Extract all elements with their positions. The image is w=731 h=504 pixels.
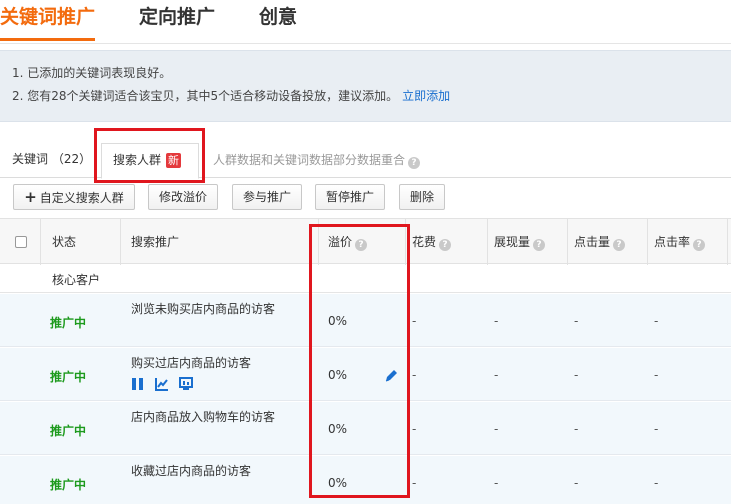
header-clicks[interactable]: 点击量? [574,233,626,251]
row-audience-name: 购买过店内商品的访客 [131,356,252,370]
row-ctr: - [654,314,659,328]
row-ctr: - [654,422,659,436]
column-divider [567,219,568,265]
join-promotion-button[interactable]: 参与推广 [232,184,302,210]
row-audience-name: 浏览未购买店内商品的访客 [131,302,276,316]
row-audience-name: 店内商品放入购物车的访客 [131,410,276,424]
group-label: 核心客户 [52,273,101,287]
row-clicks: - [574,368,579,382]
add-now-link[interactable]: 立即添加 [402,89,450,103]
new-badge: 新 [166,153,182,168]
notice-panel: 1. 已添加的关键词表现良好。 2. 您有28个关键词适合该宝贝，其中5个适合移… [0,50,731,122]
column-divider [318,219,319,265]
audience-table: 状态 搜索推广 溢价? 花费? 展现量? 点击量? 点击率? 核心客户 推广中 … [0,218,731,504]
row-status: 推广中 [50,316,87,330]
help-icon[interactable]: ? [533,239,546,251]
row-status: 推广中 [50,370,87,384]
plus-icon: + [24,188,37,206]
pause-promotion-button[interactable]: 暂停推广 [315,184,385,210]
header-status: 状态 [52,235,77,249]
column-divider [40,219,41,265]
column-divider [120,219,121,265]
header-ctr[interactable]: 点击率? [654,233,706,251]
data-overlap-note-text: 人群数据和关键词数据部分数据重合 [213,153,406,167]
help-icon[interactable]: ? [408,157,421,169]
row-cost: - [412,422,417,436]
row-impressions: - [494,314,499,328]
delete-button[interactable]: 删除 [399,184,445,210]
tab-targeted-promotion[interactable]: 定向推广 [139,4,215,30]
data-overlap-note: 人群数据和关键词数据部分数据重合? [213,151,421,169]
custom-audience-button[interactable]: + 自定义搜索人群 [13,184,135,210]
row-ctr: - [654,476,659,490]
help-icon[interactable]: ? [439,239,452,251]
row-cost: - [412,476,417,490]
tab-search-audience-label: 搜索人群 [113,153,162,167]
row-premium: 0% [328,422,348,436]
tab-search-audience[interactable]: 搜索人群新 [101,143,199,179]
table-header: 状态 搜索推广 溢价? 花费? 展现量? 点击量? 点击率? [0,218,731,265]
top-tab-bar: 关键词推广 定向推广 创意 [0,0,731,44]
tab-keyword-promotion[interactable]: 关键词推广 [0,4,96,41]
notice-line-2: 2. 您有28个关键词适合该宝贝，其中5个适合移动设备投放，建议添加。 立即添加 [12,88,450,104]
row-premium: 0% [328,314,348,328]
notice-line-1: 1. 已添加的关键词表现良好。 [12,66,172,80]
row-cost: - [412,368,417,382]
row-premium: 0% [328,368,348,382]
header-premium[interactable]: 溢价? [328,233,368,251]
group-row-core-customers: 核心客户 [0,265,731,293]
table-row[interactable]: 推广中 店内商品放入购物车的访客 0% - - - - [0,402,731,455]
trend-chart-icon[interactable] [155,376,169,391]
sub-tab-bar: 关键词 （22） 搜索人群新 人群数据和关键词数据部分数据重合? [0,140,731,179]
row-clicks: - [574,422,579,436]
row-action-icons [131,376,198,391]
column-divider [727,219,728,265]
header-impressions-label: 展现量 [494,235,531,249]
table-row[interactable]: 推广中 收藏过店内商品的访客 0% - - - - [0,456,731,504]
column-divider [405,219,406,265]
select-all-checkbox[interactable] [15,236,27,248]
row-impressions: - [494,422,499,436]
row-status: 推广中 [50,424,87,438]
header-premium-label: 溢价 [328,235,353,249]
header-ctr-label: 点击率 [654,235,691,249]
row-clicks: - [574,314,579,328]
report-icon[interactable] [179,376,194,390]
row-impressions: - [494,368,499,382]
tab-keywords[interactable]: 关键词 （22） [12,150,91,168]
row-audience-name: 收藏过店内商品的访客 [131,464,252,478]
table-row[interactable]: 推广中 购买过店内商品的访客 0% - - - - [0,348,731,401]
table-row[interactable]: 推广中 浏览未购买店内商品的访客 0% - - - - [0,294,731,347]
row-clicks: - [574,476,579,490]
help-icon[interactable]: ? [355,239,368,251]
header-cost-label: 花费 [412,235,437,249]
modify-premium-button[interactable]: 修改溢价 [148,184,218,210]
row-impressions: - [494,476,499,490]
row-premium: 0% [328,476,348,490]
toolbar: + 自定义搜索人群 修改溢价 参与推广 暂停推广 删除 [0,184,731,212]
help-icon[interactable]: ? [613,239,626,251]
header-search-audience: 搜索推广 [131,235,180,249]
row-cost: - [412,314,417,328]
header-clicks-label: 点击量 [574,235,611,249]
header-impressions[interactable]: 展现量? [494,233,546,251]
pencil-edit-icon[interactable] [384,368,398,382]
row-ctr: - [654,368,659,382]
column-divider [647,219,648,265]
help-icon[interactable]: ? [693,239,706,251]
tab-creative[interactable]: 创意 [259,4,297,30]
header-cost[interactable]: 花费? [412,233,452,251]
row-status: 推广中 [50,478,87,492]
pause-icon[interactable] [131,376,145,390]
notice-line-2-text: 2. 您有28个关键词适合该宝贝，其中5个适合移动设备投放，建议添加。 [12,89,399,103]
column-divider [487,219,488,265]
custom-audience-button-label: 自定义搜索人群 [39,191,124,205]
